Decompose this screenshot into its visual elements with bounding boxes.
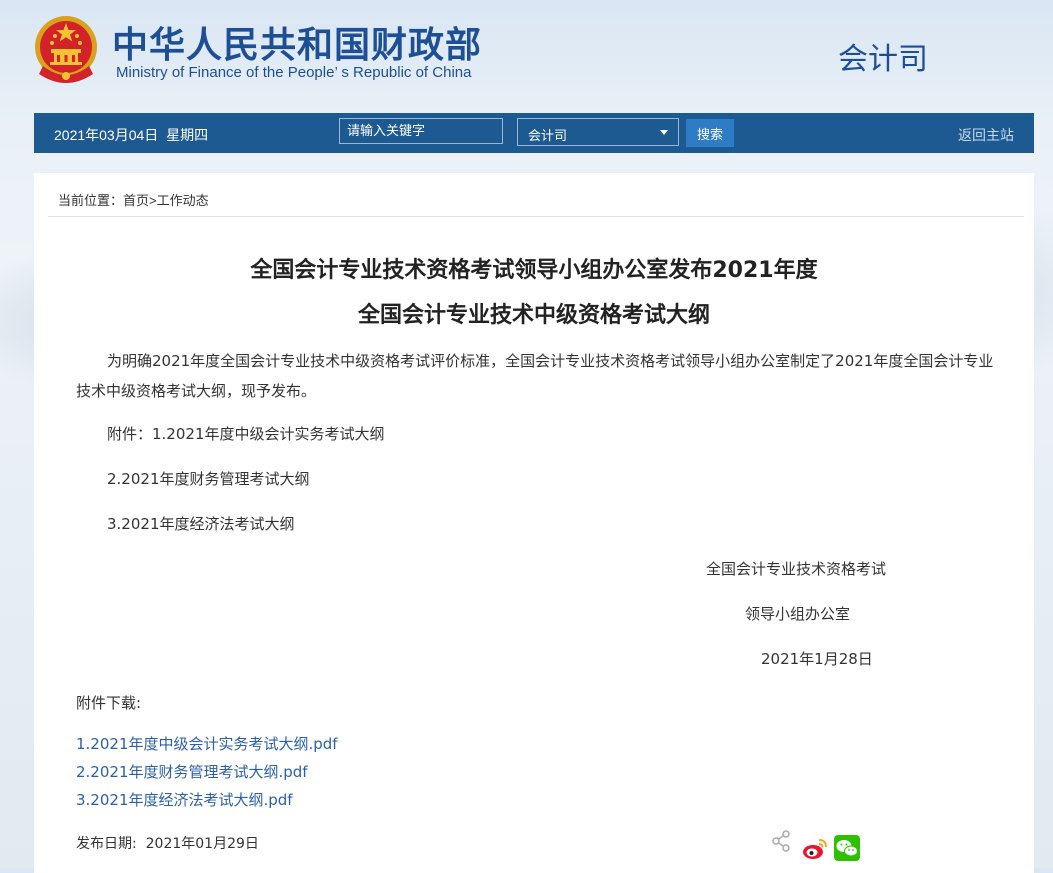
weekday-text: 星期四 (166, 127, 209, 143)
sign-date: 2021年1月28日 (761, 650, 873, 668)
breadcrumb: 当前位置：首页>工作动态 (58, 190, 209, 209)
site-select[interactable]: 会计司 (517, 118, 679, 146)
publish-label: 发布日期: (76, 836, 137, 852)
breadcrumb-prefix: 当前位置： (58, 193, 124, 208)
return-home-link[interactable]: 返回主站 (958, 125, 1014, 145)
date-text: 2021年03月04日 (54, 127, 159, 143)
content-panel: 当前位置：首页>工作动态 全国会计专业技术资格考试领导小组办公室发布2021年度… (34, 173, 1034, 873)
publish-date: 发布日期: 2021年01月29日 (76, 833, 259, 853)
signer-line-2: 领导小组办公室 (745, 605, 851, 623)
breadcrumb-current[interactable]: 工作动态 (157, 193, 209, 208)
article-intro: 为明确2021年度全国会计专业技术中级资格考试评价标准，全国会计专业技术资格考试… (76, 352, 994, 400)
weibo-icon[interactable] (802, 837, 828, 861)
attachment-line-1: 附件：1.2021年度中级会计实务考试大纲 (107, 425, 385, 443)
breadcrumb-separator: > (149, 193, 157, 208)
national-emblem-icon (35, 16, 97, 83)
download-link-3[interactable]: 3.2021年度经济法考试大纲.pdf (76, 789, 293, 810)
divider (48, 216, 1024, 217)
attachment-line-3: 3.2021年度经济法考试大纲 (107, 515, 295, 533)
search-button[interactable]: 搜索 (686, 119, 734, 147)
article-title-line1: 全国会计专业技术资格考试领导小组办公室发布2021年度 (250, 258, 818, 283)
chevron-down-icon (660, 130, 668, 135)
article-title-line2: 全国会计专业技术中级资格考试大纲 (357, 303, 710, 328)
site-select-value: 会计司 (528, 128, 568, 143)
attachment-line-2: 2.2021年度财务管理考试大纲 (107, 470, 310, 488)
current-date: 2021年03月04日 星期四 (54, 125, 208, 145)
download-link-2[interactable]: 2.2021年度财务管理考试大纲.pdf (76, 761, 308, 782)
downloads-label: 附件下载: (76, 694, 142, 712)
signer-line-1: 全国会计专业技术资格考试 (706, 560, 887, 578)
search-input[interactable] (339, 118, 503, 144)
share-icon[interactable] (771, 829, 791, 853)
department-title: 会计司 (838, 42, 928, 77)
publish-date-value: 2021年01月29日 (145, 836, 259, 852)
nav-bar: 2021年03月04日 星期四 会计司 搜索 返回主站 (34, 113, 1034, 153)
site-title-cn: 中华人民共和国财政部 (112, 25, 483, 66)
site-title-en: Ministry of Finance of the People’ s Rep… (116, 64, 472, 81)
download-link-1[interactable]: 1.2021年度中级会计实务考试大纲.pdf (76, 733, 338, 754)
wechat-icon[interactable] (834, 835, 860, 861)
breadcrumb-home[interactable]: 首页 (123, 193, 149, 208)
site-header: 中华人民共和国财政部 Ministry of Finance of the Pe… (0, 0, 1053, 112)
